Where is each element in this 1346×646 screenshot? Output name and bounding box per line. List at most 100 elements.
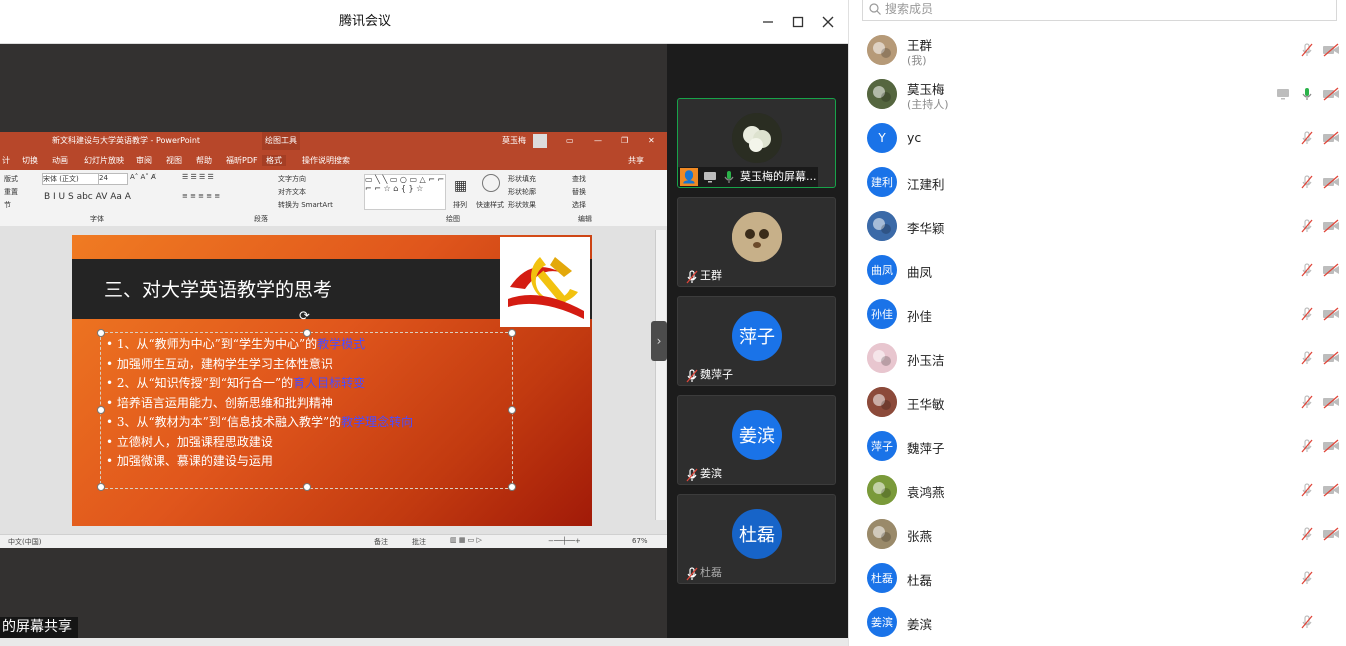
layout-button[interactable]: 版式 [4,174,18,184]
replace-button[interactable]: 替换 [572,187,586,197]
mic-muted-icon[interactable] [1299,218,1315,234]
find-button[interactable]: 查找 [572,174,586,184]
tell-me-search[interactable]: 操作说明搜索 [302,155,350,166]
mic-muted-icon[interactable] [1299,130,1315,146]
camera-off-icon[interactable] [1322,526,1340,542]
text-direction-button[interactable]: 文字方向 [278,174,306,184]
member-row[interactable]: 萍子 魏萍子 [862,426,1342,466]
video-tile[interactable]: 👤 莫玉梅的屏幕... [677,98,836,188]
camera-off-icon[interactable] [1322,350,1340,366]
expand-panel-button[interactable]: › [651,321,667,361]
mic-muted-icon[interactable] [1299,482,1315,498]
tab-format[interactable]: 格式 [262,155,286,166]
shape-outline-button[interactable]: 形状轮廓 [508,187,536,197]
close-button[interactable] [816,10,840,34]
smartart-button[interactable]: 转换为 SmartArt [278,200,333,210]
mic-muted-icon[interactable] [1299,614,1315,630]
slide-title[interactable]: 三、对大学英语教学的思考 [104,275,332,302]
tab-help[interactable]: 帮助 [196,155,212,166]
slide-bullet-line[interactable]: • 1、从“教师为中心”到“学生为中心”的教学模式 [106,335,365,352]
rotate-handle-icon[interactable]: ⟳ [299,309,310,324]
slide-bullet-line[interactable]: • 培养语言运用能力、创新思维和批判精神 [106,394,333,411]
shape-effects-button[interactable]: 形状效果 [508,200,536,210]
mic-muted-icon[interactable] [1299,570,1315,586]
video-tile[interactable]: 萍子 魏萍子 [677,296,836,386]
shapes-gallery[interactable]: ▭ ╲ ╲ ▭ ○ ▭ △ ⌐ ⌐ ⌐ ⌐ ☆ ⌂ { } ☆ [364,174,446,210]
member-row[interactable]: 李华颖 [862,206,1342,246]
ppt-vertical-scrollbar[interactable] [655,230,666,520]
align-text-button[interactable]: 对齐文本 [278,187,306,197]
quick-styles-button[interactable]: 快速样式 [476,200,504,210]
resize-handle[interactable] [97,406,105,414]
mic-muted-icon[interactable] [1299,350,1315,366]
mic-muted-icon[interactable] [1299,306,1315,322]
resize-handle[interactable] [508,483,516,491]
camera-off-icon[interactable] [1322,42,1340,58]
status-notes-button[interactable]: 备注 [374,537,388,547]
select-button[interactable]: 选择 [572,200,586,210]
slide-bullet-line[interactable]: • 加强微课、慕课的建设与运用 [106,452,273,469]
share-button[interactable]: 共享 [628,155,644,166]
member-row[interactable]: 孙佳 孙佳 [862,294,1342,334]
arrange-button[interactable]: 排列 [453,200,467,210]
slide-bullet-line[interactable]: • 立德树人，加强课程思政建设 [106,433,273,450]
zoom-slider[interactable]: −──┼──+ [548,537,581,545]
camera-off-icon[interactable] [1322,218,1340,234]
view-buttons[interactable]: ▥ ▦ ▭ ▷ [450,536,482,544]
arrange-icon[interactable]: ▦ [454,178,467,194]
camera-off-icon[interactable] [1322,482,1340,498]
member-row[interactable]: 张燕 [862,514,1342,554]
align-icons[interactable]: ≡ ≡ ≡ ≡ ≡ [182,192,220,200]
font-size-select[interactable]: 24 [98,173,128,185]
resize-handle[interactable] [97,329,105,337]
camera-off-icon[interactable] [1322,86,1340,102]
tab-animations[interactable]: 动画 [52,155,68,166]
status-comments-button[interactable]: 批注 [412,537,426,547]
member-row[interactable]: 杜磊 杜磊 [862,558,1342,598]
resize-handle[interactable] [508,406,516,414]
camera-off-icon[interactable] [1322,306,1340,322]
ppt-minimize-icon[interactable]: — [594,132,602,150]
member-row[interactable]: 莫玉梅 (主持人) [862,74,1342,114]
camera-off-icon[interactable] [1322,174,1340,190]
member-search-input[interactable]: 搜索成员 [862,0,1337,21]
mic-muted-icon[interactable] [1299,174,1315,190]
member-row[interactable]: Yyc [862,118,1342,158]
video-tile[interactable]: 杜磊 杜磊 [677,494,836,584]
camera-off-icon[interactable] [1322,130,1340,146]
font-grow-icon[interactable]: A˄ A˅ A̸ [130,173,156,181]
mic-muted-icon[interactable] [1299,262,1315,278]
member-row[interactable]: 曲凤 曲凤 [862,250,1342,290]
video-tile[interactable]: 王群 [677,197,836,287]
mic-muted-icon[interactable] [1299,394,1315,410]
mic-muted-icon[interactable] [1299,438,1315,454]
mic-muted-icon[interactable] [1299,526,1315,542]
bullet-list-icons[interactable]: ☰ ☰ ☰ ☰ [182,173,214,181]
member-row[interactable]: 王群 (我) [862,30,1342,70]
member-row[interactable]: 孙玉洁 [862,338,1342,378]
tab-slideshow[interactable]: 幻灯片放映 [84,155,124,166]
ppt-restore-icon[interactable]: ❐ [621,132,628,150]
resize-handle[interactable] [508,329,516,337]
ribbon-display-icon[interactable]: ▭ [566,132,574,150]
camera-off-icon[interactable] [1322,394,1340,410]
video-tile[interactable]: 姜滨 姜滨 [677,395,836,485]
resize-handle[interactable] [303,483,311,491]
camera-off-icon[interactable] [1322,438,1340,454]
ppt-close-icon[interactable]: ✕ [648,132,655,150]
slide-bullet-line[interactable]: • 3、从“教材为本”到“信息技术融入教学”的教学理念转向 [106,413,413,430]
tab-foxit-pdf[interactable]: 福昕PDF [226,155,258,166]
slide-bullet-line[interactable]: • 2、从“知识传授”到“知行合一”的育人目标转变 [106,374,365,391]
resize-handle[interactable] [97,483,105,491]
reset-button[interactable]: 重置 [4,187,18,197]
member-row[interactable]: 姜滨 姜滨 [862,602,1342,642]
member-row[interactable]: 建利 江建利 [862,162,1342,202]
tab-review[interactable]: 审阅 [136,155,152,166]
text-format-icons[interactable]: B I U S abc AV Aa A [44,192,131,202]
quick-styles-icon[interactable] [482,174,500,192]
tab-view[interactable]: 视图 [166,155,182,166]
minimize-button[interactable] [756,10,780,34]
tab-design[interactable]: 计 [2,155,10,166]
tab-transitions[interactable]: 切换 [22,155,38,166]
mic-on-icon[interactable] [1299,86,1315,102]
